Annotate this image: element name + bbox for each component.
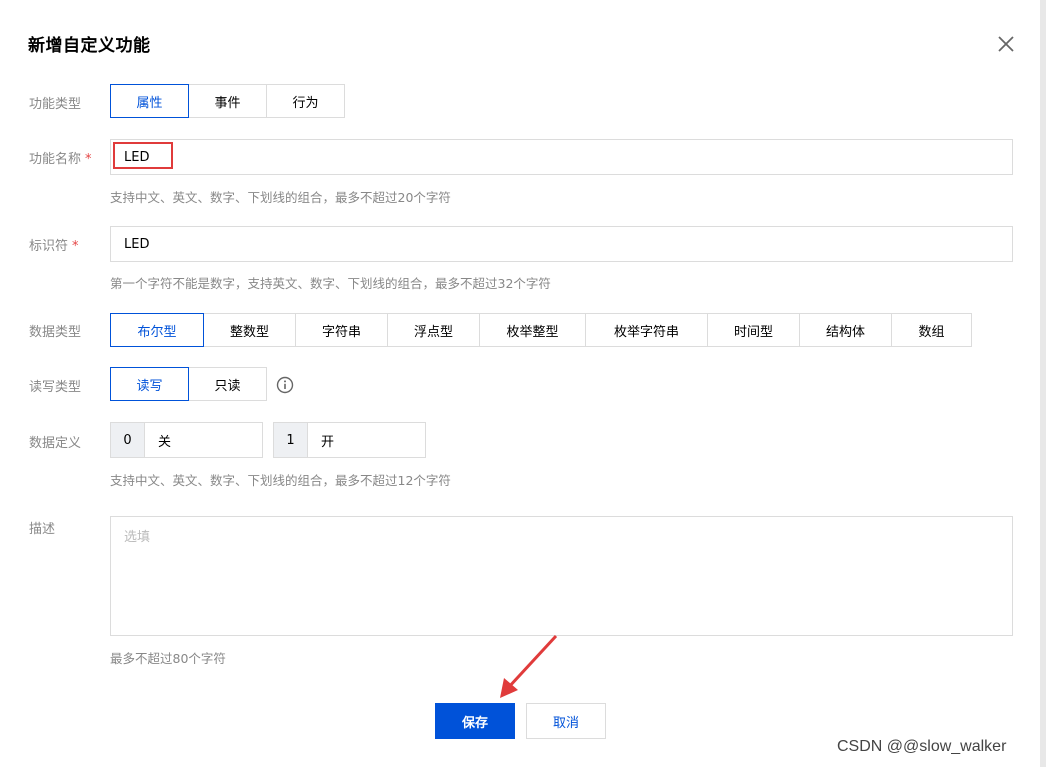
info-circle-icon[interactable] — [276, 376, 294, 394]
function-type-option-action[interactable]: 行为 — [266, 84, 345, 118]
description-hint: 最多不超过80个字符 — [110, 651, 226, 666]
watermark: CSDN @@slow_walker — [837, 738, 1007, 755]
data-type-option-float[interactable]: 浮点型 — [387, 313, 480, 347]
identifier-hint: 第一个字符不能是数字，支持英文、数字、下划线的组合，最多不超过32个字符 — [110, 276, 551, 291]
data-type-option-string[interactable]: 字符串 — [295, 313, 388, 347]
function-type-group: 属性 事件 行为 — [110, 84, 345, 118]
data-definition-hint: 支持中文、英文、数字、下划线的组合，最多不超过12个字符 — [110, 473, 451, 488]
data-type-option-integer[interactable]: 整数型 — [203, 313, 296, 347]
data-definition-entry: 1 开 — [273, 422, 426, 458]
scrollbar[interactable] — [1040, 0, 1046, 767]
data-definition-value-input[interactable]: 关 — [145, 423, 262, 457]
description-label: 描述 — [29, 522, 56, 537]
data-type-option-time[interactable]: 时间型 — [707, 313, 800, 347]
red-arrow-icon — [500, 634, 558, 698]
data-type-option-struct[interactable]: 结构体 — [799, 313, 892, 347]
required-mark: * — [85, 152, 92, 167]
rw-type-option-read-only[interactable]: 只读 — [188, 367, 267, 401]
function-name-input[interactable]: LED — [110, 139, 1013, 175]
save-button[interactable]: 保存 — [435, 703, 515, 739]
identifier-label: 标识符 * — [29, 239, 79, 254]
data-definition-entry: 0 关 — [110, 422, 263, 458]
data-definition-value-input[interactable]: 开 — [308, 423, 425, 457]
dialog-title: 新增自定义功能 — [28, 36, 151, 56]
data-type-option-enum-int[interactable]: 枚举整型 — [479, 313, 586, 347]
rw-type-label: 读写类型 — [29, 380, 82, 395]
data-type-option-boolean[interactable]: 布尔型 — [110, 313, 204, 347]
rw-type-option-read-write[interactable]: 读写 — [110, 367, 189, 401]
function-type-label: 功能类型 — [29, 97, 82, 112]
cancel-button[interactable]: 取消 — [526, 703, 606, 739]
data-definition-key: 1 — [274, 423, 308, 457]
function-name-hint: 支持中文、英文、数字、下划线的组合，最多不超过20个字符 — [110, 190, 451, 205]
close-icon[interactable] — [995, 33, 1017, 55]
data-type-label: 数据类型 — [29, 325, 82, 340]
annotation-highlight-box — [113, 142, 173, 169]
data-type-option-enum-string[interactable]: 枚举字符串 — [585, 313, 708, 347]
function-type-option-property[interactable]: 属性 — [110, 84, 189, 118]
description-textarea[interactable]: 选填 — [110, 516, 1013, 636]
required-mark: * — [72, 239, 79, 254]
data-type-option-array[interactable]: 数组 — [891, 313, 972, 347]
data-type-group: 布尔型 整数型 字符串 浮点型 枚举整型 枚举字符串 时间型 结构体 数组 — [110, 313, 972, 347]
data-definition-label: 数据定义 — [29, 436, 82, 451]
identifier-input[interactable]: LED — [110, 226, 1013, 262]
data-definition-key: 0 — [111, 423, 145, 457]
function-type-option-event[interactable]: 事件 — [188, 84, 267, 118]
function-name-label: 功能名称 * — [29, 152, 92, 167]
rw-type-group: 读写 只读 — [110, 367, 267, 401]
